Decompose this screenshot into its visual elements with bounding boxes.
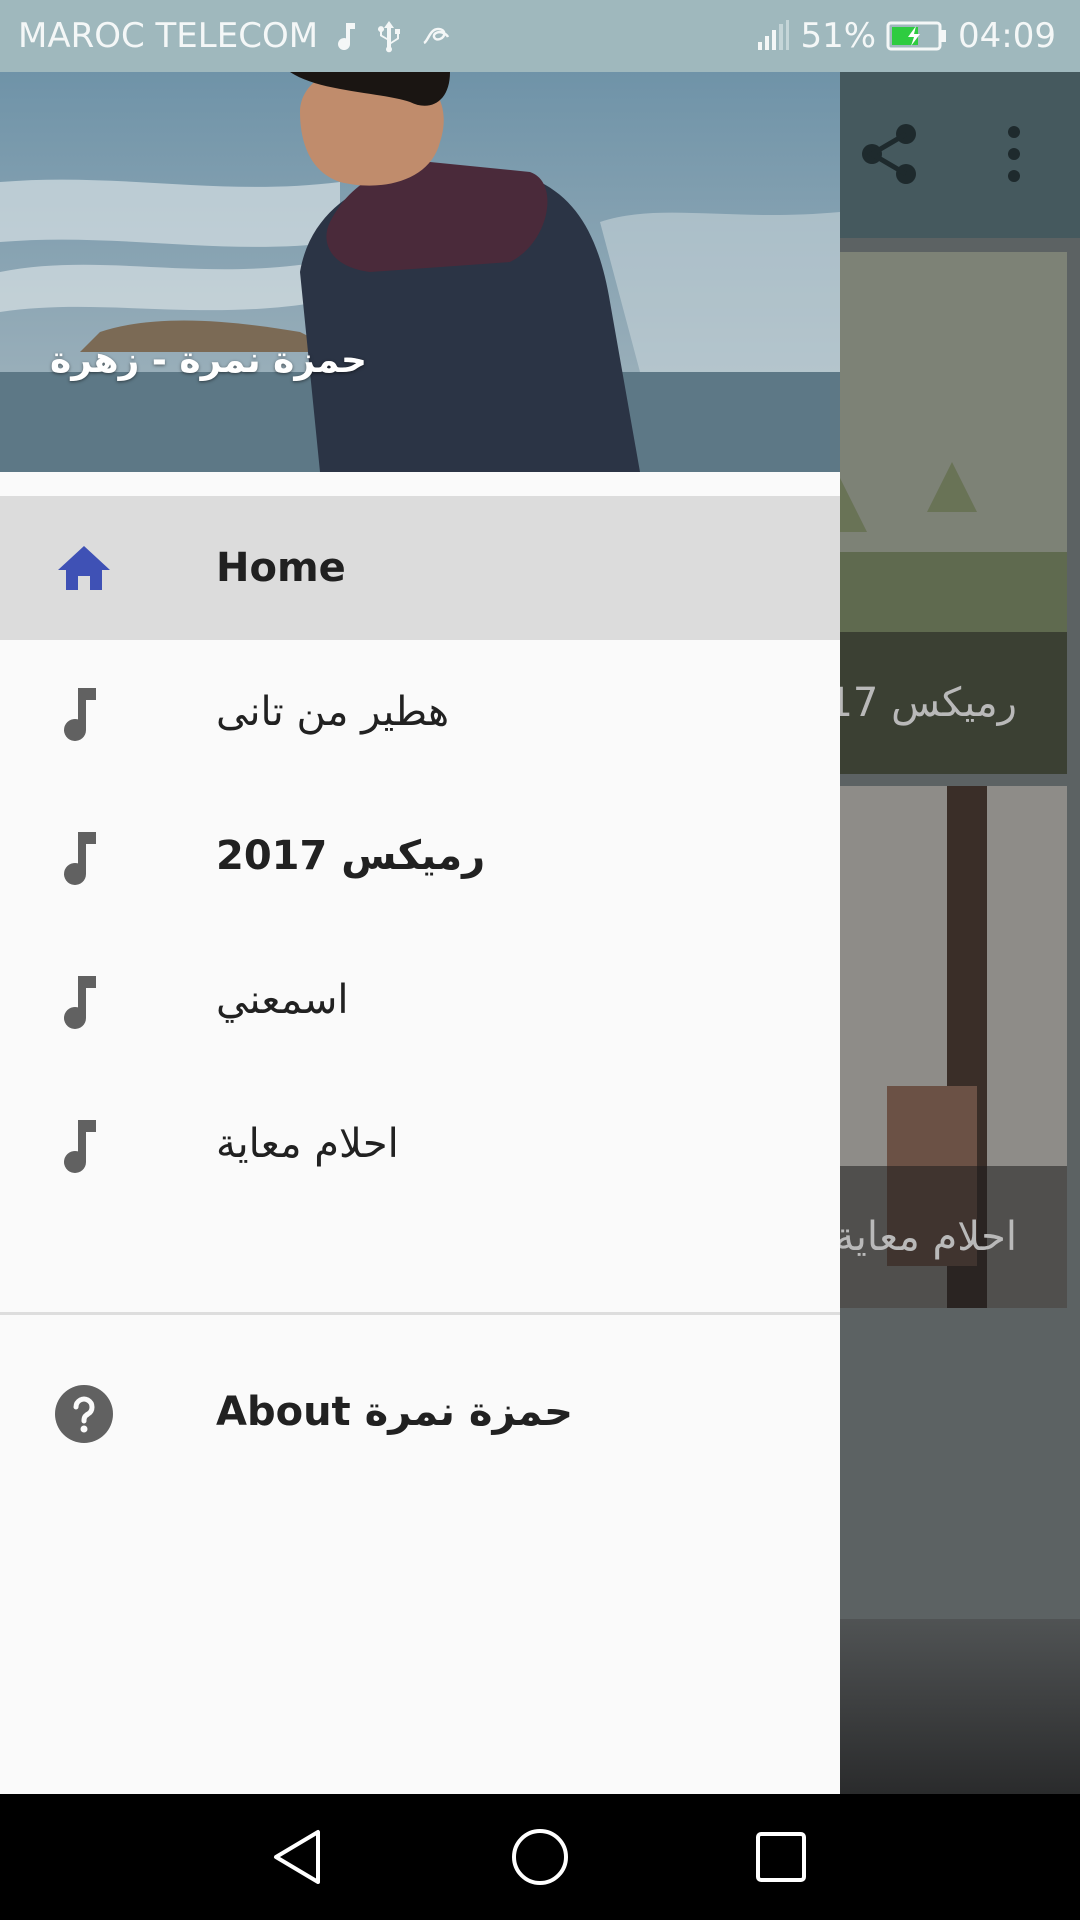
battery-percent: 51% <box>800 16 877 56</box>
navigation-drawer: حمزة نمرة - زهرة Home هطير من تانى رميكس… <box>0 72 840 1794</box>
menu-item-song[interactable]: هطير من تانى <box>0 640 840 784</box>
menu-item-song[interactable]: اسمعني <box>0 928 840 1072</box>
share-icon[interactable] <box>860 122 918 190</box>
more-vert-icon[interactable] <box>1000 122 1028 190</box>
menu-item-label: هطير من تانى <box>216 689 450 735</box>
help-icon <box>54 1384 114 1444</box>
debug-icon <box>420 23 452 49</box>
clock: 04:09 <box>958 16 1056 56</box>
menu-item-label: About حمزة نمرة <box>216 1389 573 1435</box>
carrier-label: MAROC TELECOM <box>18 16 319 56</box>
music-note-icon <box>54 972 114 1032</box>
drawer-header: حمزة نمرة - زهرة <box>0 72 840 472</box>
header-photo <box>0 72 840 472</box>
menu-item-label: Home <box>216 545 346 591</box>
music-note-icon <box>54 684 114 744</box>
music-note-icon <box>336 21 358 51</box>
music-note-icon <box>54 1116 114 1176</box>
drawer-menu: Home هطير من تانى رميكس 2017 اسمعني احلا <box>0 496 840 1216</box>
menu-item-song[interactable]: رميكس 2017 <box>0 784 840 928</box>
menu-divider <box>0 1312 840 1315</box>
usb-icon <box>376 19 402 53</box>
music-note-icon <box>54 828 114 888</box>
home-circle-icon[interactable] <box>507 1824 573 1890</box>
menu-item-about[interactable]: About حمزة نمرة <box>0 1340 840 1484</box>
menu-item-label: اسمعني <box>216 977 349 1023</box>
menu-item-song[interactable]: احلام معاية <box>0 1072 840 1216</box>
menu-item-label: احلام معاية <box>216 1121 399 1167</box>
battery-charging-icon <box>886 20 948 52</box>
back-icon[interactable] <box>266 1824 332 1890</box>
status-bar: MAROC TELECOM 51% 04:09 <box>0 0 1080 72</box>
recents-icon[interactable] <box>748 1824 814 1890</box>
drawer-header-title: حمزة نمرة - زهرة <box>50 340 367 381</box>
signal-icon <box>756 20 790 52</box>
system-nav-bar <box>0 1794 1080 1920</box>
menu-item-label: رميكس 2017 <box>216 833 486 879</box>
home-icon <box>54 540 114 600</box>
menu-item-home[interactable]: Home <box>0 496 840 640</box>
